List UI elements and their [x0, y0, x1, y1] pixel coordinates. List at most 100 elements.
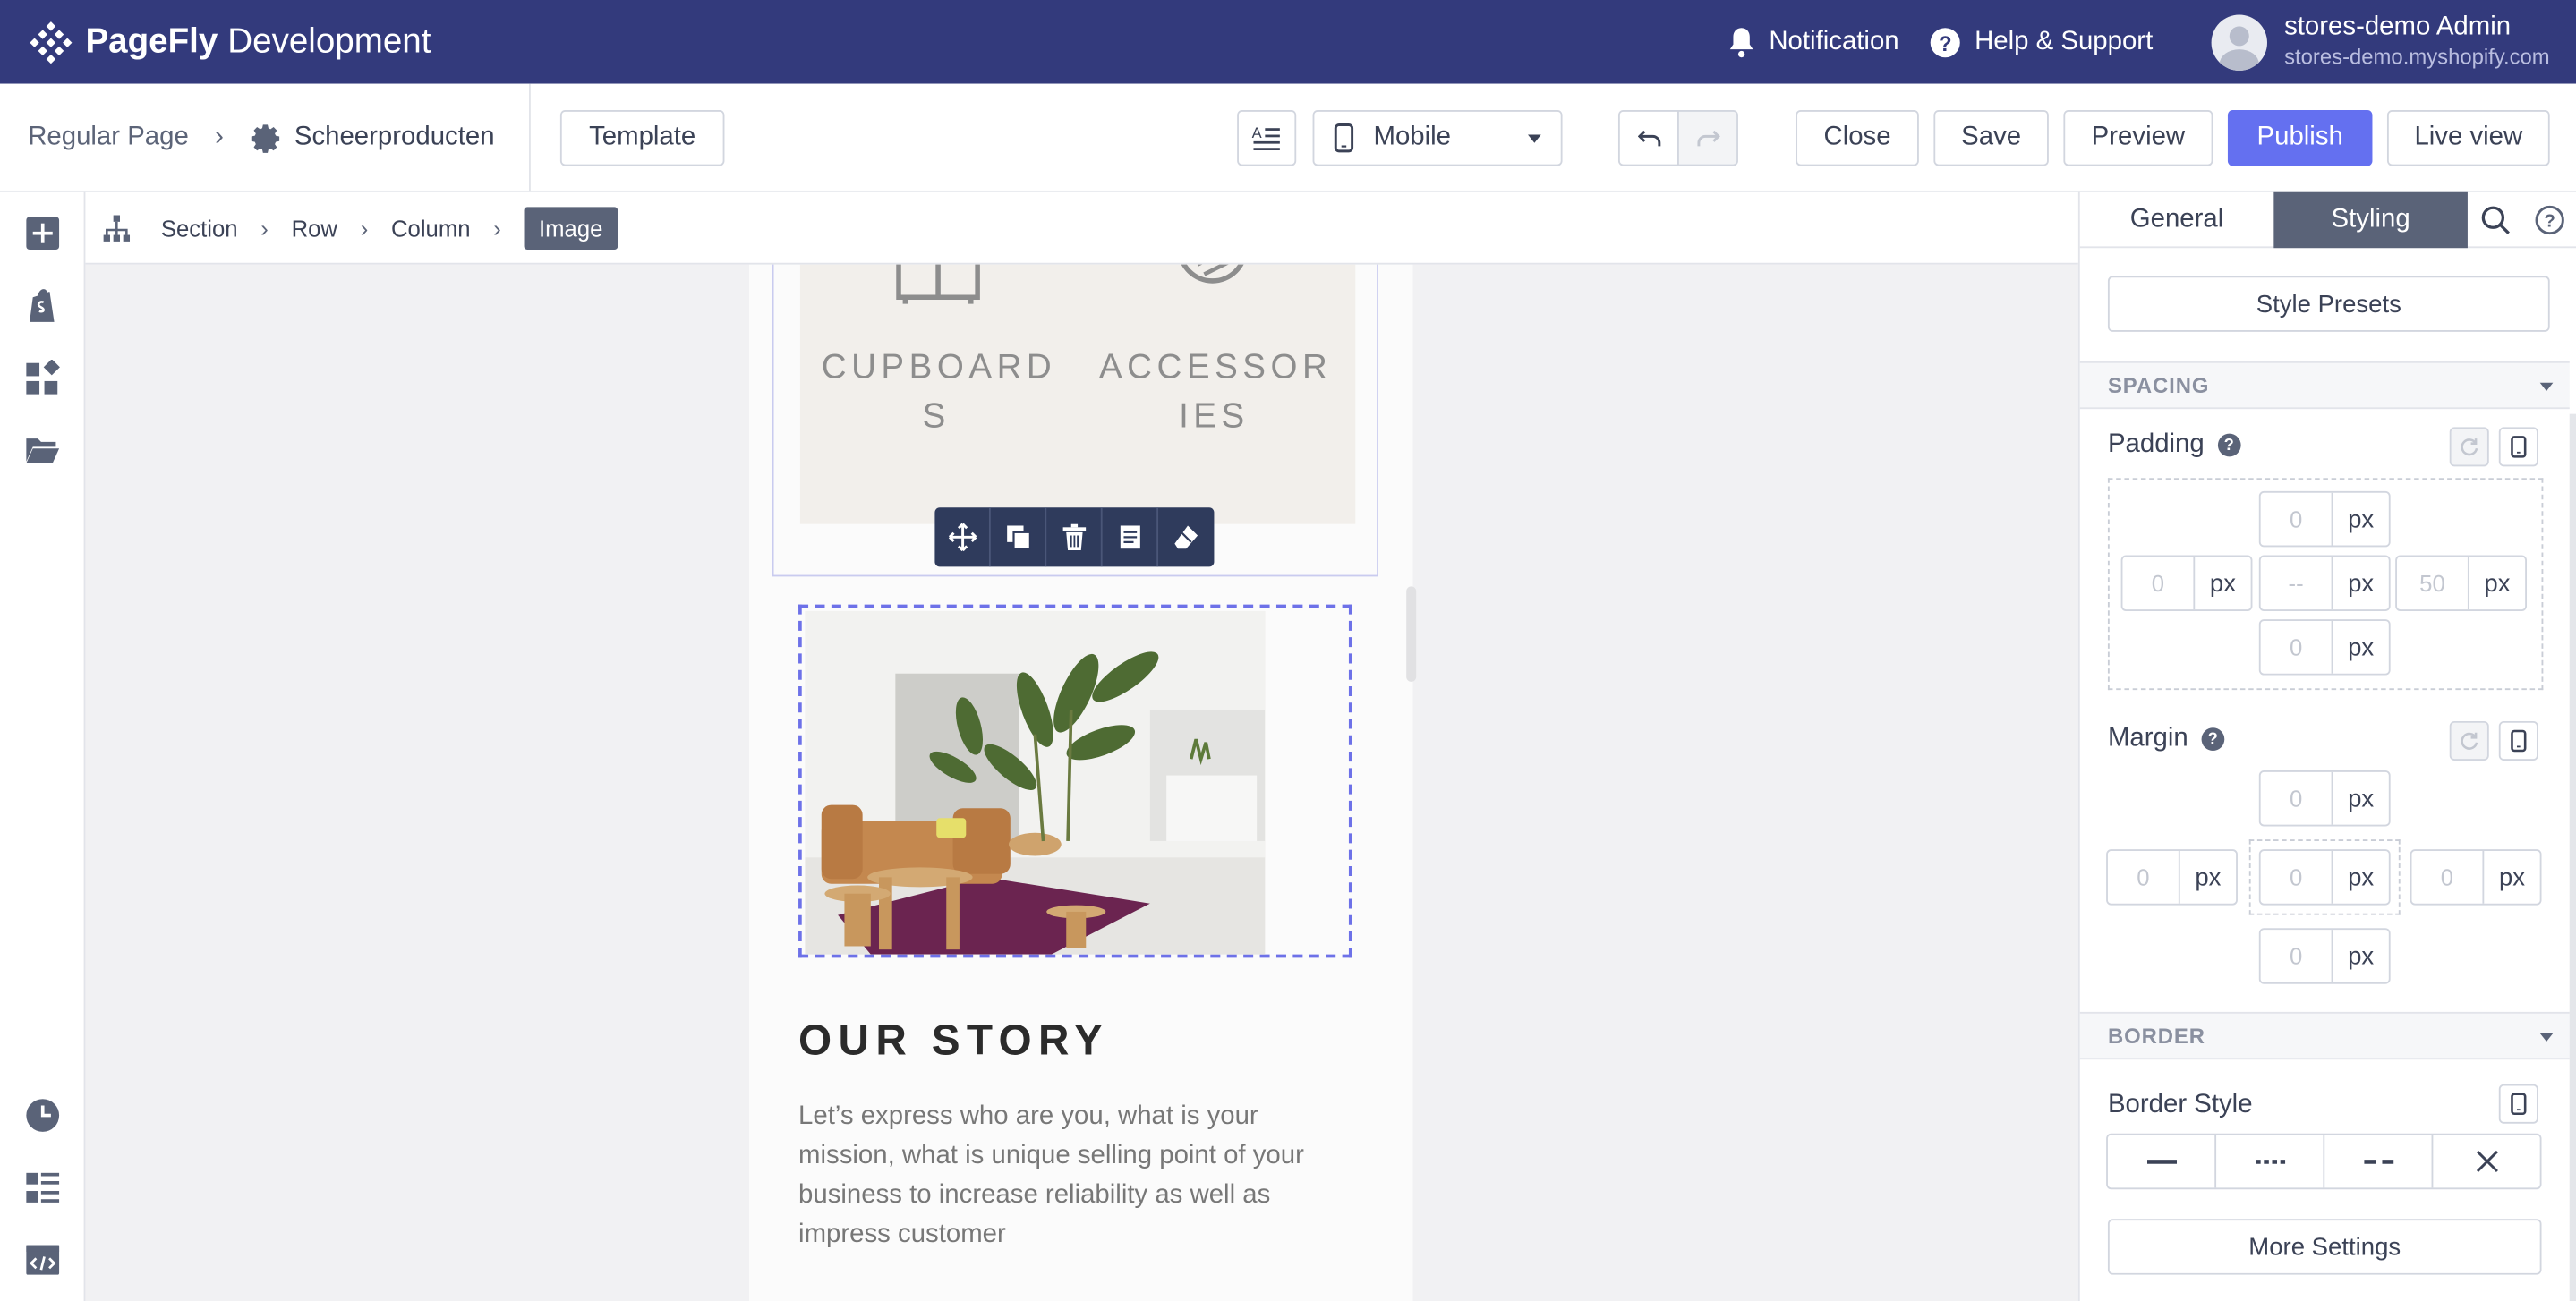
mobile-icon [1334, 123, 1354, 153]
shopify-icon[interactable] [25, 287, 61, 323]
border-dashed-option[interactable] [2324, 1135, 2434, 1188]
path-section[interactable]: Section [161, 215, 238, 241]
tab-styling[interactable]: Styling [2273, 191, 2468, 249]
unit-px[interactable]: px [2333, 557, 2388, 609]
margin-left-input[interactable]: 0 px [2106, 849, 2238, 906]
brand[interactable]: PageFly Development [30, 21, 431, 64]
caret-down-icon [2539, 1033, 2554, 1042]
padding-all-value[interactable]: -- [2261, 557, 2333, 610]
path-column[interactable]: Column [391, 215, 471, 241]
text-layout-button[interactable]: A [1237, 110, 1297, 166]
padding-right-input[interactable]: 50 px [2395, 555, 2527, 611]
duplicate-button[interactable] [991, 507, 1047, 567]
help-support-button[interactable]: ? Help & Support [1929, 25, 2153, 58]
user-menu[interactable]: stores-demo Admin stores-demo.myshopify.… [2212, 13, 2550, 72]
editor-canvas[interactable]: CUPBOARD S ACCESSOR IES OUR STORY Let’s … [85, 264, 2078, 1301]
close-button[interactable]: Close [1796, 110, 1919, 166]
margin-reset-button[interactable] [2449, 720, 2489, 761]
border-section-header[interactable]: BORDER [2079, 1011, 2570, 1060]
layers-list-icon[interactable] [25, 1169, 61, 1205]
device-select[interactable]: Mobile [1312, 110, 1563, 166]
refresh-icon [2461, 732, 2478, 750]
gear-icon [252, 123, 280, 152]
canvas-scrollbar[interactable] [1406, 586, 1417, 682]
padding-top-input[interactable]: 0 px [2258, 490, 2391, 548]
folder-icon[interactable] [25, 432, 61, 468]
category-line: IES [1179, 397, 1250, 436]
padding-left-input[interactable]: 0 px [2120, 555, 2253, 611]
mobile-icon [2511, 1093, 2527, 1116]
move-icon [947, 523, 977, 552]
path-image[interactable]: Image [524, 206, 618, 250]
undo-button[interactable] [1617, 110, 1679, 166]
search-icon [2480, 206, 2510, 234]
selected-image-element[interactable] [798, 604, 1352, 958]
style-eraser-button[interactable] [1158, 507, 1214, 566]
unit-px[interactable]: px [2195, 557, 2250, 609]
padding-top-value[interactable]: 0 [2261, 492, 2333, 546]
margin-right-value[interactable]: 0 [2412, 850, 2485, 904]
margin-bottom-input[interactable]: 0 px [2258, 928, 2391, 984]
border-solid-option[interactable] [2108, 1135, 2217, 1188]
help-button[interactable]: ? [2521, 192, 2576, 248]
save-section-button[interactable] [1103, 507, 1159, 567]
save-button[interactable]: Save [1933, 110, 2049, 166]
padding-bottom-value[interactable]: 0 [2261, 620, 2333, 674]
code-editor-icon[interactable] [25, 1242, 61, 1278]
unit-px[interactable]: px [2484, 851, 2539, 904]
tab-general[interactable]: General [2080, 192, 2274, 248]
margin-bottom-value[interactable]: 0 [2261, 930, 2333, 982]
unit-px[interactable]: px [2333, 493, 2388, 546]
notification-button[interactable]: Notification [1727, 25, 1899, 58]
padding-reset-button[interactable] [2449, 427, 2489, 467]
more-settings-button[interactable]: More Settings [2107, 1219, 2542, 1275]
unit-px[interactable]: px [2469, 557, 2525, 609]
publish-button[interactable]: Publish [2227, 110, 2373, 166]
story-heading[interactable]: OUR STORY [798, 1016, 1109, 1067]
inspector-tabs: General Styling ? [2079, 191, 2576, 249]
live-view-button[interactable]: Live view [2386, 110, 2550, 166]
category-accessories[interactable]: ACCESSOR IES [1099, 344, 1329, 442]
category-cupboards[interactable]: CUPBOARD S [822, 344, 1052, 442]
margin-left-value[interactable]: 0 [2108, 850, 2180, 904]
template-button[interactable]: Template [559, 110, 725, 166]
page-type-link[interactable]: Regular Page [28, 123, 189, 153]
story-paragraph[interactable]: Let’s express who are you, what is your … [798, 1097, 1341, 1254]
unit-px[interactable]: px [2333, 772, 2388, 825]
redo-button[interactable] [1677, 110, 1738, 166]
add-element-icon[interactable] [25, 216, 61, 251]
style-presets-button[interactable]: Style Presets [2107, 276, 2550, 332]
unit-px[interactable]: px [2333, 930, 2388, 982]
padding-all-input[interactable]: -- px [2258, 555, 2391, 611]
elements-grid-icon[interactable] [25, 360, 61, 395]
move-button[interactable] [934, 507, 991, 567]
unit-px[interactable]: px [2333, 851, 2388, 904]
padding-left-value[interactable]: 0 [2122, 557, 2196, 610]
margin-right-input[interactable]: 0 px [2410, 849, 2542, 906]
history-clock-icon[interactable] [25, 1097, 61, 1133]
margin-all-value[interactable]: 0 [2261, 850, 2333, 904]
padding-responsive-button[interactable] [2498, 427, 2538, 467]
margin-top-input[interactable]: 0 px [2258, 770, 2391, 827]
border-responsive-button[interactable] [2498, 1084, 2538, 1124]
border-none-option[interactable] [2433, 1135, 2539, 1188]
path-row[interactable]: Row [292, 215, 337, 241]
sitemap-icon[interactable] [102, 213, 132, 242]
panel-scrollbar[interactable] [2569, 413, 2576, 1301]
unit-px[interactable]: px [2180, 851, 2236, 904]
padding-bottom-input[interactable]: 0 px [2258, 619, 2391, 676]
padding-right-value[interactable]: 50 [2397, 557, 2469, 610]
question-icon[interactable]: ? [2201, 727, 2225, 752]
search-button[interactable] [2468, 192, 2522, 248]
question-icon[interactable]: ? [2217, 433, 2241, 457]
delete-button[interactable] [1046, 507, 1103, 567]
unit-px[interactable]: px [2333, 621, 2388, 674]
margin-responsive-button[interactable] [2498, 720, 2538, 761]
margin-all-input[interactable]: 0 px [2258, 849, 2391, 906]
border-dotted-option[interactable] [2216, 1135, 2325, 1188]
caret-down-icon [2539, 382, 2554, 391]
page-settings[interactable]: Scheerproducten [250, 123, 495, 154]
spacing-section-header[interactable]: SPACING [2079, 361, 2570, 410]
preview-button[interactable]: Preview [2063, 110, 2213, 166]
margin-top-value[interactable]: 0 [2261, 771, 2333, 825]
